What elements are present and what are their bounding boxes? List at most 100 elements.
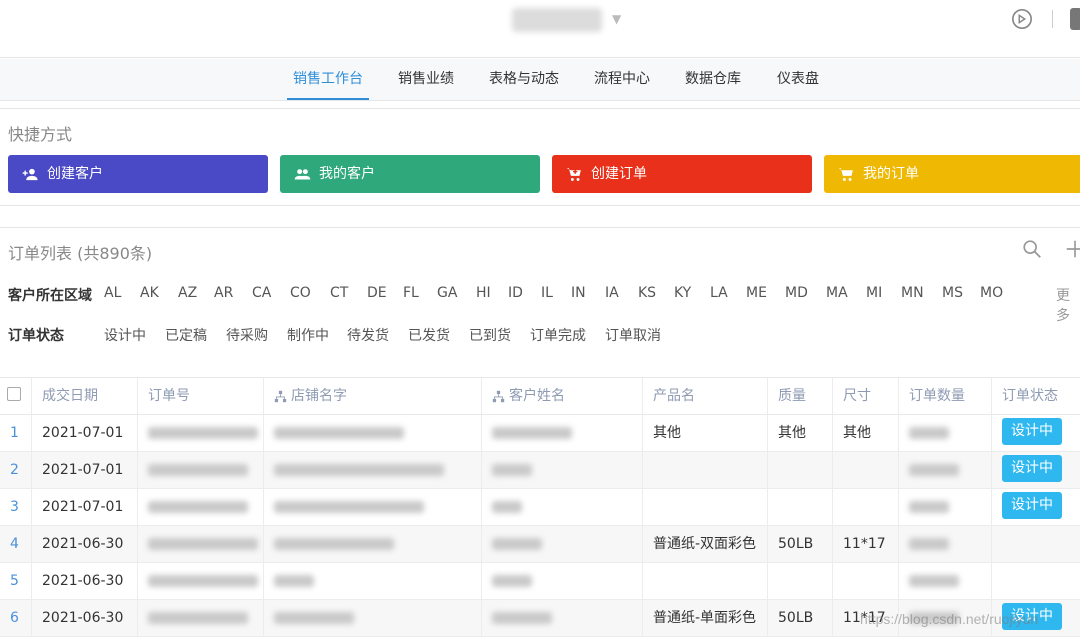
table-row[interactable]: 1 2021-07-01 其他 其他 其他 设计中 xyxy=(0,415,1080,452)
product-cell xyxy=(643,489,768,525)
redacted-value xyxy=(909,501,949,513)
status-filter-option[interactable]: 订单完成 xyxy=(530,325,586,345)
region-filter-option[interactable]: IL xyxy=(541,285,553,301)
region-filter-option[interactable]: CO xyxy=(290,285,311,301)
quantity-cell xyxy=(899,452,992,488)
date-cell: 2021-06-30 xyxy=(32,600,138,636)
status-filter-option[interactable]: 已到货 xyxy=(469,325,511,345)
order-number-cell xyxy=(138,415,264,451)
region-filter-option[interactable]: IA xyxy=(605,285,619,301)
column-header-date[interactable]: 成交日期 xyxy=(32,378,138,415)
product-cell xyxy=(643,452,768,488)
column-header-quantity[interactable]: 订单数量 xyxy=(899,378,992,415)
quality-cell xyxy=(768,563,833,599)
size-cell xyxy=(833,563,899,599)
create-order-button[interactable]: 创建订单 xyxy=(552,155,812,193)
status-cell: 设计中 xyxy=(992,415,1080,451)
column-header-quality[interactable]: 质量 xyxy=(768,378,833,415)
status-filter-option[interactable]: 订单取消 xyxy=(605,325,661,345)
region-filter-option[interactable]: GA xyxy=(437,285,457,301)
select-all-checkbox[interactable] xyxy=(7,387,21,401)
status-filter-option[interactable]: 待采购 xyxy=(226,325,268,345)
redacted-value xyxy=(148,612,248,624)
region-filter-option[interactable]: ID xyxy=(508,285,523,301)
search-icon[interactable] xyxy=(1021,238,1043,260)
column-header-label: 订单数量 xyxy=(909,388,965,404)
tab-process-center[interactable]: 流程中心 xyxy=(594,59,650,101)
quantity-cell xyxy=(899,563,992,599)
status-filter-option[interactable]: 已发货 xyxy=(408,325,450,345)
cart-plus-icon xyxy=(566,167,581,181)
redacted-value xyxy=(909,427,949,439)
region-filter-option[interactable]: DE xyxy=(367,285,387,301)
column-header-customer[interactable]: 客户姓名 xyxy=(482,378,643,415)
column-header-label: 质量 xyxy=(778,388,806,404)
chevron-down-icon[interactable]: ▼ xyxy=(612,12,621,26)
status-badge[interactable]: 设计中 xyxy=(1002,455,1062,482)
column-header-product[interactable]: 产品名 xyxy=(643,378,768,415)
customer-name-cell xyxy=(482,600,643,636)
create-customer-button[interactable]: 创建客户 xyxy=(8,155,268,193)
status-filter-option[interactable]: 已定稿 xyxy=(165,325,207,345)
region-filter-option[interactable]: CT xyxy=(330,285,348,301)
region-filter-option[interactable]: IN xyxy=(571,285,586,301)
order-number-cell xyxy=(138,526,264,562)
date-cell: 2021-07-01 xyxy=(32,415,138,451)
avatar[interactable] xyxy=(1070,8,1080,30)
app-title-blurred[interactable] xyxy=(512,8,602,32)
customer-name-cell xyxy=(482,415,643,451)
region-filter-option[interactable]: MO xyxy=(980,285,1003,301)
compass-icon[interactable] xyxy=(1011,8,1033,30)
tab-data-warehouse[interactable]: 数据仓库 xyxy=(685,59,741,101)
region-filter-option[interactable]: MN xyxy=(901,285,924,301)
column-header-shop[interactable]: 店铺名字 xyxy=(264,378,482,415)
redacted-value xyxy=(274,464,444,476)
redacted-value xyxy=(492,575,532,587)
table-row[interactable]: 5 2021-06-30 xyxy=(0,563,1080,600)
region-filter-option[interactable]: CA xyxy=(252,285,271,301)
region-filter-option[interactable]: AK xyxy=(140,285,159,301)
column-header-order-no[interactable]: 订单号 xyxy=(138,378,264,415)
tab-sales-workbench[interactable]: 销售工作台 xyxy=(287,59,369,101)
region-filter-label: 客户所在区域 xyxy=(8,288,92,304)
region-filter-option[interactable]: HI xyxy=(476,285,491,301)
region-filter-option[interactable]: AR xyxy=(214,285,233,301)
status-badge[interactable]: 设计中 xyxy=(1002,418,1062,445)
column-header-size[interactable]: 尺寸 xyxy=(833,378,899,415)
create-order-label: 创建订单 xyxy=(591,166,647,182)
status-cell xyxy=(992,526,1080,562)
orders-title: 订单列表 (共890条) xyxy=(8,244,153,263)
region-filter-option[interactable]: MS xyxy=(942,285,963,301)
status-badge[interactable]: 设计中 xyxy=(1002,492,1062,519)
status-filter-option[interactable]: 设计中 xyxy=(104,325,146,345)
table-row[interactable]: 3 2021-07-01 设计中 xyxy=(0,489,1080,526)
my-orders-button[interactable]: 我的订单 xyxy=(824,155,1080,193)
select-all-cell xyxy=(0,378,32,415)
shop-name-cell xyxy=(264,563,482,599)
customer-name-cell xyxy=(482,526,643,562)
add-icon[interactable] xyxy=(1064,238,1080,260)
region-filter-option[interactable]: MI xyxy=(866,285,882,301)
region-filter-option[interactable]: FL xyxy=(403,285,419,301)
table-row[interactable]: 4 2021-06-30 普通纸-双面彩色 50LB 11*17 xyxy=(0,526,1080,563)
region-filter-option[interactable]: AL xyxy=(104,285,121,301)
column-header-status[interactable]: 订单状态 xyxy=(992,378,1080,415)
status-filter-option[interactable]: 制作中 xyxy=(287,325,329,345)
tab-sales-performance[interactable]: 销售业绩 xyxy=(398,59,454,101)
redacted-value xyxy=(148,575,258,587)
region-filter-option[interactable]: AZ xyxy=(178,285,197,301)
region-filter-option[interactable]: ME xyxy=(746,285,767,301)
region-filter-option[interactable]: LA xyxy=(710,285,728,301)
user-plus-icon xyxy=(22,168,38,180)
tab-tables-activity[interactable]: 表格与动态 xyxy=(489,59,559,101)
region-filter-option[interactable]: MA xyxy=(826,285,848,301)
status-filter-option[interactable]: 待发货 xyxy=(347,325,389,345)
region-filter-option[interactable]: KY xyxy=(674,285,691,301)
more-regions-link[interactable]: 更多 xyxy=(1056,285,1080,325)
tab-dashboard[interactable]: 仪表盘 xyxy=(777,59,819,101)
my-customers-button[interactable]: 我的客户 xyxy=(280,155,540,193)
size-cell: 11*17 xyxy=(833,526,899,562)
table-row[interactable]: 2 2021-07-01 设计中 xyxy=(0,452,1080,489)
region-filter-option[interactable]: MD xyxy=(785,285,808,301)
region-filter-option[interactable]: KS xyxy=(638,285,656,301)
